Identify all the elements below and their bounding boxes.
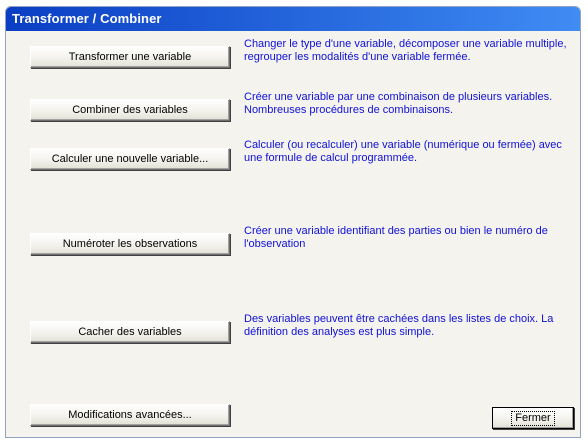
transformer-variable-description: Changer le type d'une variable, décompos… [244, 38, 567, 63]
fermer-button-label: Fermer [511, 411, 555, 426]
dialog-title: Transformer / Combiner [6, 7, 580, 31]
numeroter-observations-button[interactable]: Numéroter les observations [30, 233, 230, 255]
cacher-variables-button[interactable]: Cacher des variables [30, 321, 230, 343]
calculer-variable-button[interactable]: Calculer une nouvelle variable... [30, 148, 230, 170]
fermer-button[interactable]: Fermer [492, 407, 574, 429]
numeroter-observations-description: Créer une variable identifiant des parti… [244, 225, 548, 250]
transformer-variable-button[interactable]: Transformer une variable [30, 46, 230, 68]
cacher-variables-description: Des variables peuvent être cachées dans … [244, 313, 554, 338]
calculer-variable-description: Calculer (ou recalculer) une variable (n… [244, 139, 562, 164]
combiner-variables-description: Créer une variable par une combinaison d… [244, 91, 553, 116]
combiner-variables-button[interactable]: Combiner des variables [30, 99, 230, 121]
modifications-avancees-button[interactable]: Modifications avancées... [30, 404, 230, 426]
transformer-combiner-dialog: Transformer / Combiner Transformer une v… [5, 6, 581, 438]
